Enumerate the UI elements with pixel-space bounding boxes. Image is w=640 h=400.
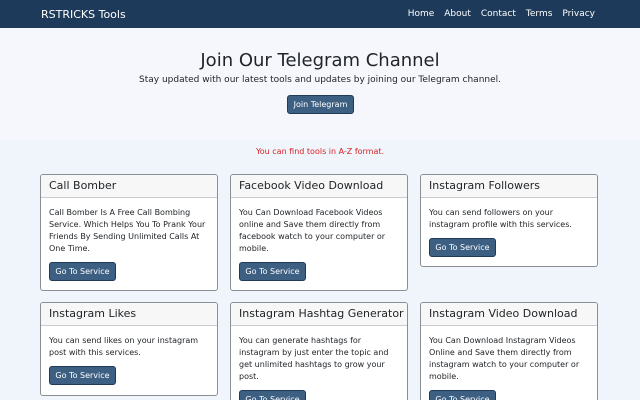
card-body: You can generate hashtags for instagram … — [231, 326, 407, 400]
go-to-service-button[interactable]: Go To Service — [429, 238, 496, 257]
card-body: Call Bomber Is A Free Call Bombing Servi… — [41, 198, 217, 281]
nav-links: Home About Contact Terms Privacy — [408, 9, 595, 19]
card-body: You can send likes on your instagram pos… — [41, 326, 217, 385]
card-body: You can send followers on your instagram… — [421, 198, 597, 257]
card-call-bomber: Call Bomber Call Bomber Is A Free Call B… — [40, 174, 218, 291]
card-title: Instagram Likes — [41, 303, 217, 326]
hero-subtitle: Stay updated with our latest tools and u… — [139, 75, 501, 85]
nav-link-about[interactable]: About — [444, 9, 471, 19]
join-telegram-button[interactable]: Join Telegram — [287, 95, 354, 114]
card-title: Instagram Video Download — [421, 303, 597, 326]
go-to-service-button[interactable]: Go To Service — [239, 390, 306, 400]
card-title: Call Bomber — [41, 175, 217, 198]
card-instagram-video-download: Instagram Video Download You Can Downloa… — [420, 302, 598, 400]
card-instagram-followers: Instagram Followers You can send followe… — [420, 174, 598, 267]
nav-link-privacy[interactable]: Privacy — [562, 9, 595, 19]
navbar: RSTRICKS Tools Home About Contact Terms … — [0, 0, 640, 28]
card-description: You Can Download Instagram Videos Online… — [429, 336, 580, 381]
nav-link-home[interactable]: Home — [408, 9, 435, 19]
go-to-service-button[interactable]: Go To Service — [239, 262, 306, 281]
card-description: You can send likes on your instagram pos… — [49, 336, 199, 357]
telegram-hero: Join Our Telegram Channel Stay updated w… — [0, 28, 640, 140]
card-body: You Can Download Facebook Videos online … — [231, 198, 407, 281]
az-format-notice: You can find tools in A-Z format. — [255, 147, 385, 156]
card-description: You can generate hashtags for instagram … — [239, 336, 389, 381]
card-title: Instagram Hashtag Generator — [231, 303, 407, 326]
card-description: You Can Download Facebook Videos online … — [239, 208, 386, 253]
card-instagram-hashtag-generator: Instagram Hashtag Generator You can gene… — [230, 302, 408, 400]
hero-title: Join Our Telegram Channel — [200, 50, 440, 71]
brand-link[interactable]: RSTRICKS Tools — [41, 8, 126, 21]
card-description: You can send followers on your instagram… — [429, 208, 572, 229]
card-body: You Can Download Instagram Videos Online… — [421, 326, 597, 400]
go-to-service-button[interactable]: Go To Service — [429, 390, 496, 400]
go-to-service-button[interactable]: Go To Service — [49, 262, 116, 281]
go-to-service-button[interactable]: Go To Service — [49, 366, 116, 385]
card-description: Call Bomber Is A Free Call Bombing Servi… — [49, 208, 206, 253]
nav-link-terms[interactable]: Terms — [526, 9, 553, 19]
card-facebook-video-download: Facebook Video Download You Can Download… — [230, 174, 408, 291]
nav-link-contact[interactable]: Contact — [481, 9, 516, 19]
card-title: Facebook Video Download — [231, 175, 407, 198]
card-instagram-likes: Instagram Likes You can send likes on yo… — [40, 302, 218, 396]
card-title: Instagram Followers — [421, 175, 597, 198]
